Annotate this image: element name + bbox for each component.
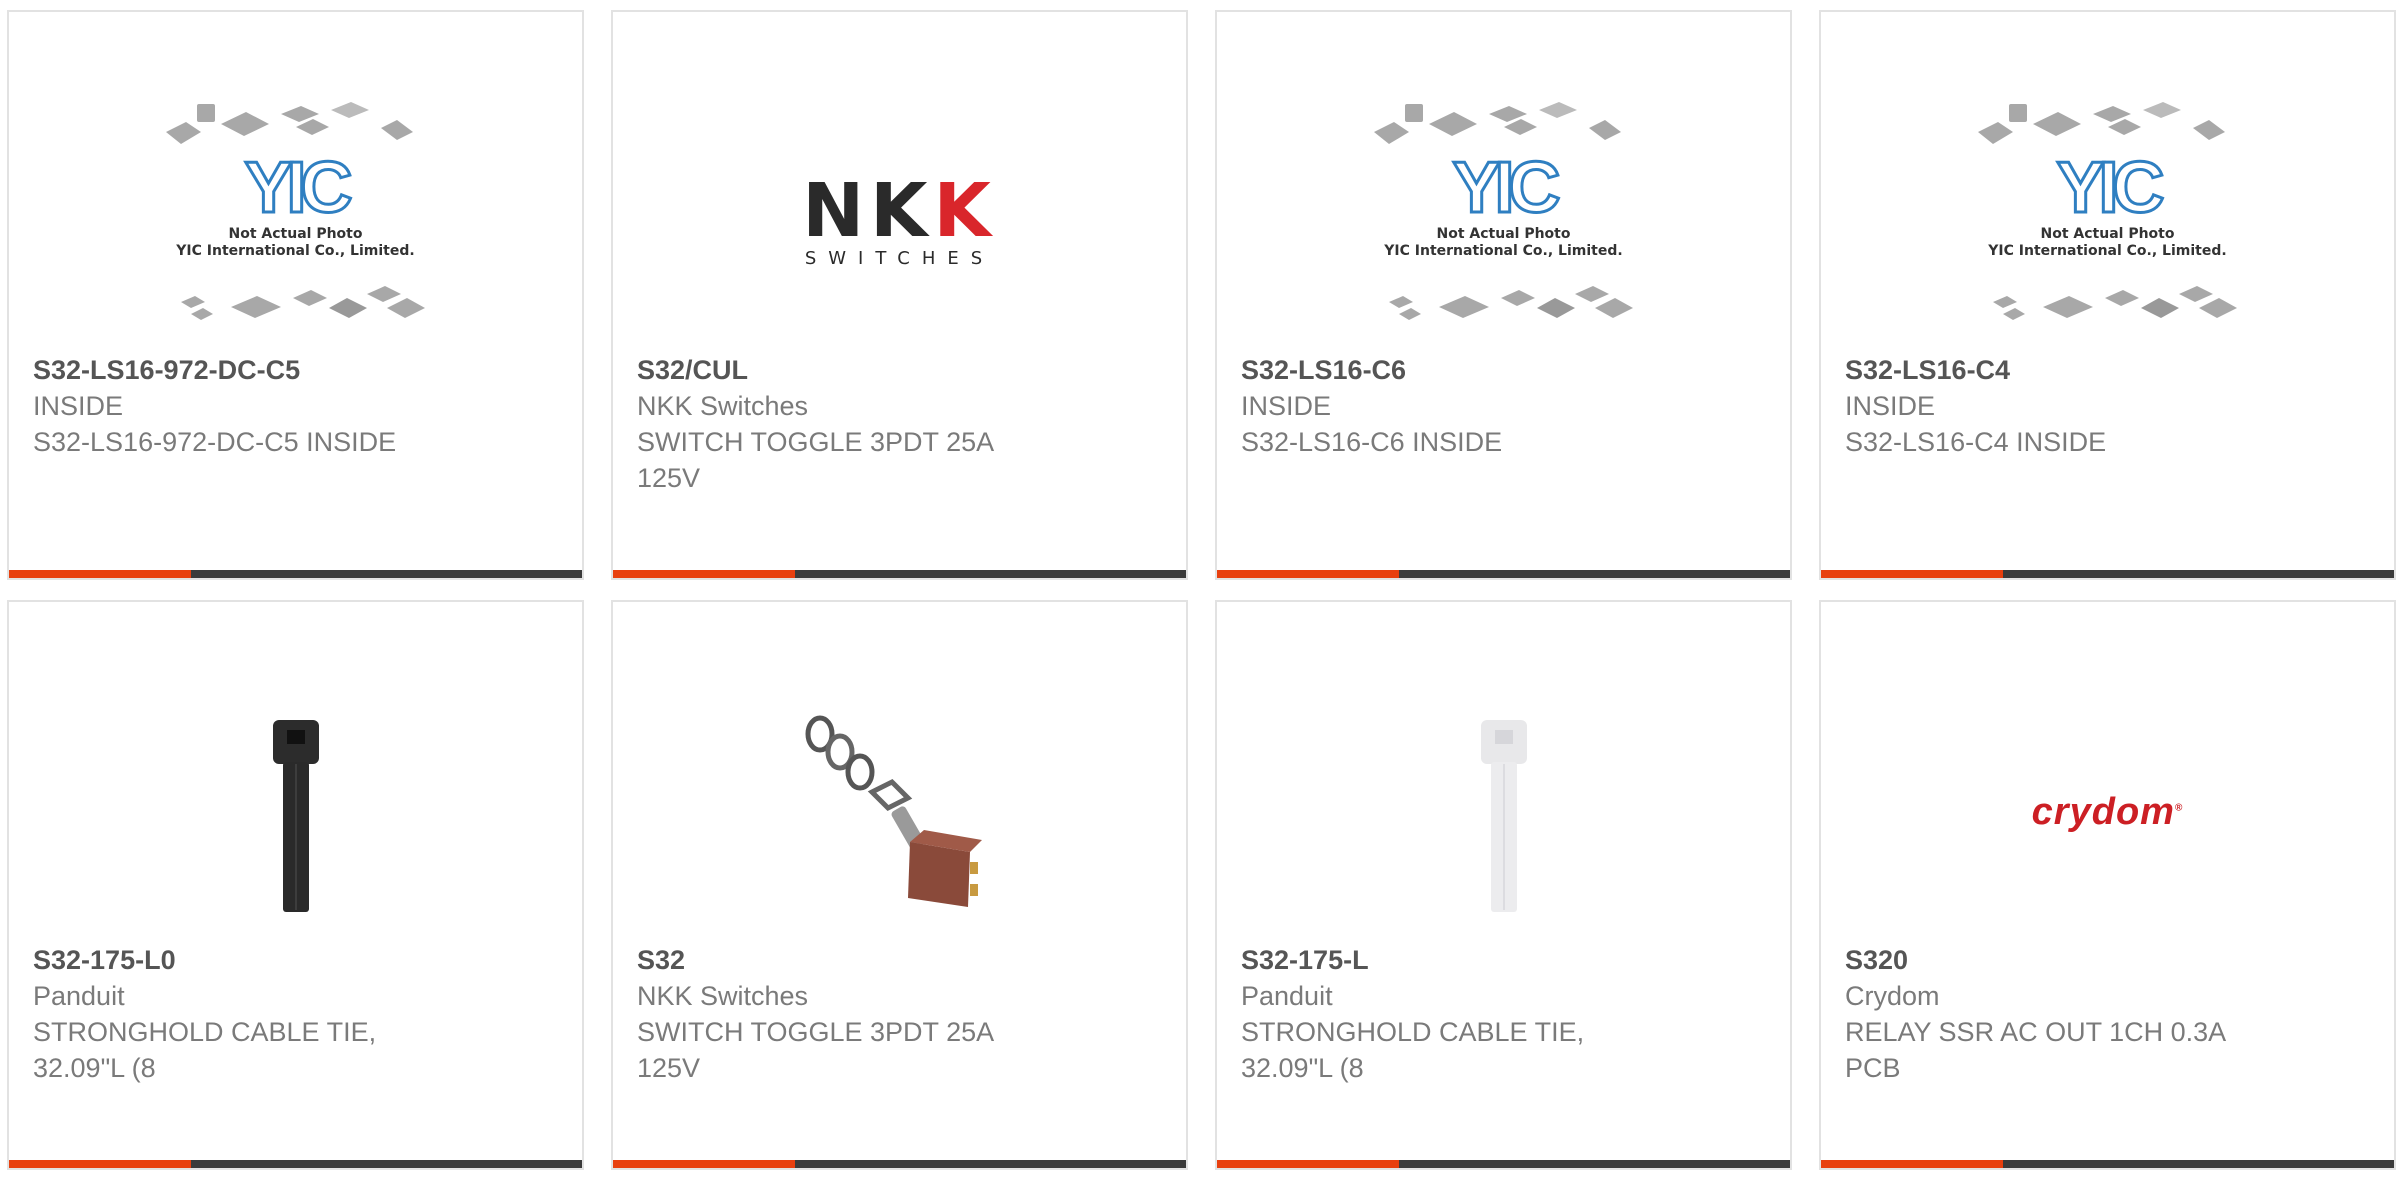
product-image[interactable]: YIC Not Actual Photo YIC International C… [1821,82,2394,362]
yic-brand: YIC [243,148,354,228]
manufacturer: INSIDE [1845,391,1936,421]
manufacturer: Crydom [1845,981,1940,1011]
product-card[interactable]: S32-175-L0 Panduit STRONGHOLD CABLE TIE,… [7,600,584,1170]
card-accent-bar [9,570,582,578]
yic-placeholder-image: YIC Not Actual Photo YIC International C… [1973,102,2243,342]
placeholder-caption: Not Actual Photo YIC International Co., … [176,226,415,259]
product-info: S32-LS16-C6 INSIDE S32-LS16-C6 INSIDE [1241,352,1766,460]
product-grid: YIC Not Actual Photo YIC International C… [7,10,2400,1177]
product-image[interactable]: crydom® [1821,672,2394,952]
product-card[interactable]: NKK SWITCHES S32/CUL NKK Switches SWITCH… [611,10,1188,580]
product-image[interactable] [613,672,1186,952]
card-accent-bar [613,570,1186,578]
description: S32-LS16-972-DC-C5 INSIDE [33,427,397,457]
product-image[interactable]: NKK SWITCHES [613,82,1186,362]
product-info: S32-175-L Panduit STRONGHOLD CABLE TIE, … [1241,942,1766,1086]
product-info: S32/CUL NKK Switches SWITCH TOGGLE 3PDT … [637,352,1162,496]
card-accent-bar [1821,570,2394,578]
placeholder-caption: Not Actual Photo YIC International Co., … [1384,226,1623,259]
part-number[interactable]: S32-LS16-C6 [1241,352,1766,388]
yic-placeholder-image: YIC Not Actual Photo YIC International C… [1369,102,1639,342]
yic-brand: YIC [2055,148,2166,228]
product-card[interactable]: YIC Not Actual Photo YIC International C… [1819,10,2396,580]
product-card[interactable]: S32 NKK Switches SWITCH TOGGLE 3PDT 25A … [611,600,1188,1170]
manufacturer: Panduit [1241,981,1333,1011]
product-image[interactable]: YIC Not Actual Photo YIC International C… [9,82,582,362]
crydom-logo: crydom® [2031,790,2184,833]
manufacturer: NKK Switches [637,981,809,1011]
description: S32-LS16-C6 INSIDE [1241,427,1503,457]
product-info: S320 Crydom RELAY SSR AC OUT 1CH 0.3A PC… [1845,942,2370,1086]
part-number[interactable]: S32/CUL [637,352,1162,388]
product-card[interactable]: YIC Not Actual Photo YIC International C… [7,10,584,580]
nkk-switches-logo: NKK SWITCHES [802,167,997,269]
part-number[interactable]: S320 [1845,942,2370,978]
natural-cable-tie-image [1480,720,1527,912]
product-image[interactable]: YIC Not Actual Photo YIC International C… [1217,82,1790,362]
description: SWITCH TOGGLE 3PDT 25A 125V [637,427,993,493]
description: STRONGHOLD CABLE TIE, 32.09"L (8 [33,1017,377,1083]
placeholder-caption: Not Actual Photo YIC International Co., … [1988,226,2227,259]
manufacturer: INSIDE [33,391,124,421]
black-cable-tie-image [272,720,319,912]
product-info: S32-LS16-972-DC-C5 INSIDE S32-LS16-972-D… [33,352,558,460]
card-accent-bar [1217,570,1790,578]
part-number[interactable]: S32-175-L0 [33,942,558,978]
product-image[interactable] [9,672,582,952]
description: SWITCH TOGGLE 3PDT 25A 125V [637,1017,993,1083]
description: STRONGHOLD CABLE TIE, 32.09"L (8 [1241,1017,1585,1083]
product-info: S32-LS16-C4 INSIDE S32-LS16-C4 INSIDE [1845,352,2370,460]
part-number[interactable]: S32-LS16-972-DC-C5 [33,352,558,388]
yic-placeholder-image: YIC Not Actual Photo YIC International C… [161,102,431,342]
manufacturer: INSIDE [1241,391,1332,421]
part-number[interactable]: S32-LS16-C4 [1845,352,2370,388]
description: RELAY SSR AC OUT 1CH 0.3A PCB [1845,1017,2225,1083]
toggle-switch-image [805,715,982,907]
product-info: S32-175-L0 Panduit STRONGHOLD CABLE TIE,… [33,942,558,1086]
product-info: S32 NKK Switches SWITCH TOGGLE 3PDT 25A … [637,942,1162,1086]
part-number[interactable]: S32-175-L [1241,942,1766,978]
product-image[interactable] [1217,672,1790,952]
part-number[interactable]: S32 [637,942,1162,978]
manufacturer: NKK Switches [637,391,809,421]
yic-brand: YIC [1451,148,1562,228]
product-card[interactable]: crydom® S320 Crydom RELAY SSR AC OUT 1CH… [1819,600,2396,1170]
product-card[interactable]: S32-175-L Panduit STRONGHOLD CABLE TIE, … [1215,600,1792,1170]
product-card[interactable]: YIC Not Actual Photo YIC International C… [1215,10,1792,580]
description: S32-LS16-C4 INSIDE [1845,427,2107,457]
manufacturer: Panduit [33,981,125,1011]
